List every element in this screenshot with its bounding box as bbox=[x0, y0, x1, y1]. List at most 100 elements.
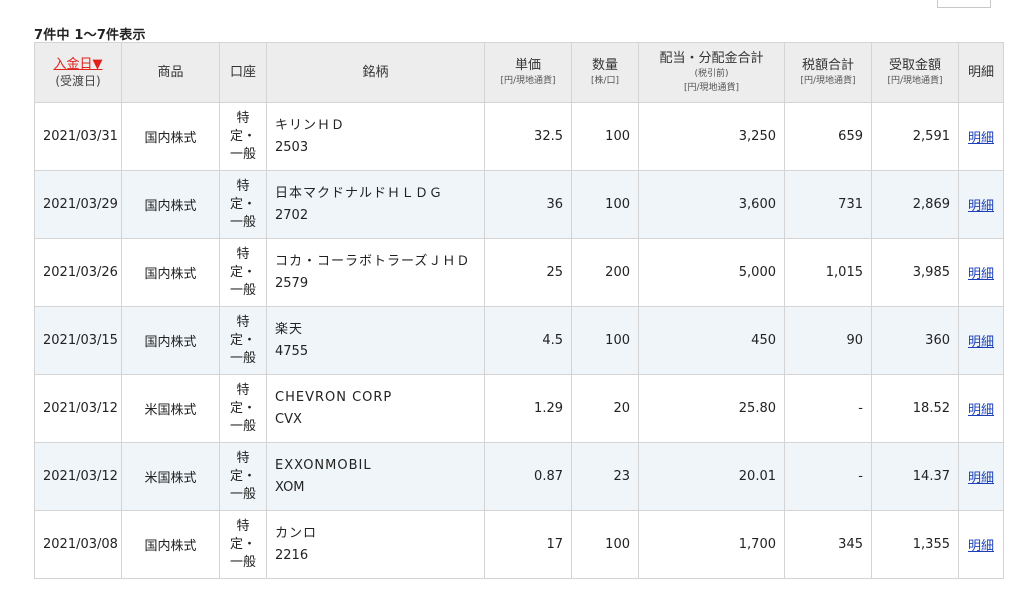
brand-name: 楽天 bbox=[275, 321, 304, 337]
cell-qty: 100 bbox=[571, 510, 639, 579]
detail-link[interactable]: 明細 bbox=[968, 199, 994, 214]
account-line: 特 bbox=[236, 382, 250, 398]
account-line: 特 bbox=[236, 246, 250, 262]
cell-price: 0.87 bbox=[484, 442, 572, 511]
display-count-select[interactable] bbox=[937, 0, 991, 8]
brand-code: 2216 bbox=[275, 547, 309, 563]
cell-product: 国内株式 bbox=[121, 102, 220, 171]
cell-total: 450 bbox=[638, 306, 785, 375]
header-total-sub: (税引前) bbox=[694, 69, 729, 79]
table-row: 2021/03/26 国内株式 特定・ 一般 コカ・コーラボトラーズＪＨＤ 2579… bbox=[34, 238, 1004, 307]
cell-product: 米国株式 bbox=[121, 442, 220, 511]
detail-link[interactable]: 明細 bbox=[968, 539, 994, 554]
table-row: 2021/03/31 国内株式 特定・ 一般 キリンＨＤ 2503 32.5 100… bbox=[34, 102, 1004, 171]
cell-brand: 楽天 4755 bbox=[266, 306, 485, 375]
cell-detail: 明細 bbox=[958, 306, 1004, 375]
cell-total: 25.80 bbox=[638, 374, 785, 443]
header-brand: 銘柄 bbox=[266, 42, 485, 103]
cell-total: 3,250 bbox=[638, 102, 785, 171]
cell-received: 18.52 bbox=[871, 374, 959, 443]
header-product: 商品 bbox=[121, 42, 220, 103]
header-row: 入金日▼ (受渡日) 商品 口座 銘柄 単価 [円/現地通貨] 数量 [株/口]… bbox=[34, 42, 1004, 103]
brand-name: EXXONMOBIL bbox=[275, 457, 372, 473]
cell-date: 2021/03/12 bbox=[34, 374, 122, 443]
cell-detail: 明細 bbox=[958, 170, 1004, 239]
cell-date: 2021/03/15 bbox=[34, 306, 122, 375]
table-row: 2021/03/08 国内株式 特定・ 一般 カンロ 2216 17 100 1,7… bbox=[34, 510, 1004, 579]
header-tax-unit: [円/現地通貨] bbox=[800, 76, 856, 86]
table-row: 2021/03/15 国内株式 特定・ 一般 楽天 4755 4.5 100 450… bbox=[34, 306, 1004, 375]
account-line: 特 bbox=[236, 314, 250, 330]
cell-product: 国内株式 bbox=[121, 306, 220, 375]
cell-date: 2021/03/31 bbox=[34, 102, 122, 171]
cell-date: 2021/03/12 bbox=[34, 442, 122, 511]
brand-code: XOM bbox=[275, 479, 305, 495]
account-line: 定・ bbox=[229, 196, 256, 212]
header-qty: 数量 [株/口] bbox=[571, 42, 639, 103]
detail-link[interactable]: 明細 bbox=[968, 335, 994, 350]
detail-link[interactable]: 明細 bbox=[968, 267, 994, 282]
cell-received: 2,591 bbox=[871, 102, 959, 171]
header-qty-label: 数量 bbox=[591, 58, 618, 73]
cell-account: 特定・ 一般 bbox=[219, 374, 267, 443]
cell-qty: 23 bbox=[571, 442, 639, 511]
cell-total: 5,000 bbox=[638, 238, 785, 307]
cell-price: 17 bbox=[484, 510, 572, 579]
detail-link[interactable]: 明細 bbox=[968, 131, 994, 146]
cell-price: 1.29 bbox=[484, 374, 572, 443]
header-account: 口座 bbox=[219, 42, 267, 103]
cell-detail: 明細 bbox=[958, 510, 1004, 579]
result-count: 7件中 1〜7件表示 bbox=[34, 28, 146, 43]
cell-date: 2021/03/29 bbox=[34, 170, 122, 239]
account-line: 特 bbox=[236, 518, 250, 534]
cell-qty: 100 bbox=[571, 170, 639, 239]
account-line: 定・ bbox=[229, 332, 256, 348]
account-line: 定・ bbox=[229, 536, 256, 552]
header-date[interactable]: 入金日▼ (受渡日) bbox=[34, 42, 122, 103]
brand-code: CVX bbox=[275, 411, 302, 427]
table-row: 2021/03/12 米国株式 特定・ 一般 EXXONMOBIL XOM 0.87… bbox=[34, 442, 1004, 511]
brand-code: 2503 bbox=[275, 139, 309, 155]
header-price: 単価 [円/現地通貨] bbox=[484, 42, 572, 103]
cell-total: 20.01 bbox=[638, 442, 785, 511]
cell-total: 3,600 bbox=[638, 170, 785, 239]
cell-qty: 100 bbox=[571, 306, 639, 375]
account-line: 一般 bbox=[229, 350, 256, 366]
brand-name: カンロ bbox=[275, 525, 318, 541]
account-line: 一般 bbox=[229, 554, 256, 570]
brand-name: 日本マクドナルドＨＬＤＧ bbox=[275, 185, 444, 201]
account-line: 定・ bbox=[229, 400, 256, 416]
cell-price: 32.5 bbox=[484, 102, 572, 171]
cell-detail: 明細 bbox=[958, 102, 1004, 171]
account-line: 定・ bbox=[229, 128, 256, 144]
account-line: 定・ bbox=[229, 264, 256, 280]
cell-price: 36 bbox=[484, 170, 572, 239]
sort-date-link[interactable]: 入金日▼ bbox=[54, 57, 103, 72]
detail-link[interactable]: 明細 bbox=[968, 471, 994, 486]
header-detail: 明細 bbox=[958, 42, 1004, 103]
cell-tax: 659 bbox=[784, 102, 872, 171]
account-line: 特 bbox=[236, 110, 250, 126]
cell-tax: 345 bbox=[784, 510, 872, 579]
header-received-label: 受取金額 bbox=[888, 58, 941, 73]
header-price-unit: [円/現地通貨] bbox=[500, 76, 556, 86]
header-total: 配当・分配金合計 (税引前) [円/現地通貨] bbox=[638, 42, 785, 103]
brand-code: 2579 bbox=[275, 275, 309, 291]
cell-tax: 1,015 bbox=[784, 238, 872, 307]
cell-detail: 明細 bbox=[958, 442, 1004, 511]
cell-account: 特定・ 一般 bbox=[219, 102, 267, 171]
brand-name: CHEVRON CORP bbox=[275, 389, 393, 405]
header-total-label: 配当・分配金合計 bbox=[659, 51, 764, 66]
cell-product: 国内株式 bbox=[121, 510, 220, 579]
cell-product: 国内株式 bbox=[121, 238, 220, 307]
header-date-sub: (受渡日) bbox=[55, 73, 101, 88]
cell-detail: 明細 bbox=[958, 374, 1004, 443]
cell-brand: カンロ 2216 bbox=[266, 510, 485, 579]
cell-received: 1,355 bbox=[871, 510, 959, 579]
dividend-history-table: 入金日▼ (受渡日) 商品 口座 銘柄 単価 [円/現地通貨] 数量 [株/口]… bbox=[34, 42, 1004, 579]
header-price-label: 単価 bbox=[514, 58, 541, 73]
brand-name: キリンＨＤ bbox=[275, 117, 346, 133]
detail-link[interactable]: 明細 bbox=[968, 403, 994, 418]
header-qty-unit: [株/口] bbox=[590, 76, 620, 86]
account-line: 一般 bbox=[229, 146, 256, 162]
